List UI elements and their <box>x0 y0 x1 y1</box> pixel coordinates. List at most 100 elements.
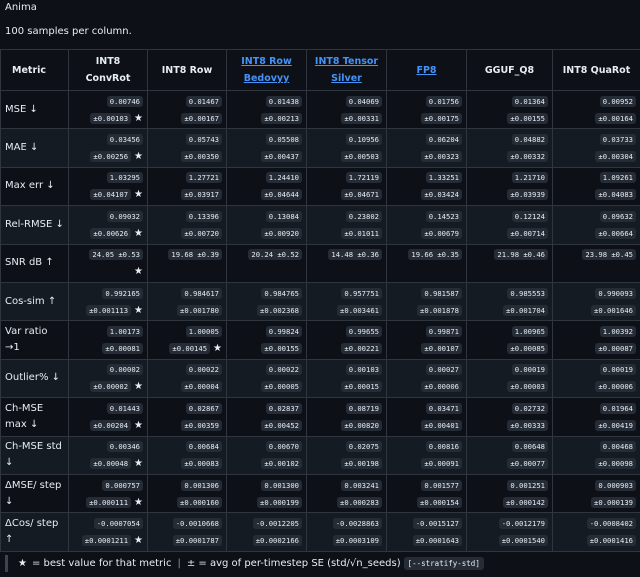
cell-value: -0.0028863 <box>332 517 382 529</box>
cell-value: 0.05743 <box>185 134 222 146</box>
table-cell: 0.00816 ±0.00091 <box>386 435 467 475</box>
column-header-link[interactable]: INT8 Row Bedovyy <box>241 56 292 84</box>
best-star-icon: ★ <box>134 189 143 201</box>
column-header[interactable]: INT8 Tensor Silver <box>306 49 387 91</box>
best-star-icon: ★ <box>134 496 143 508</box>
table-row: Ch-MSE std ↓ 0.00346 ±0.00048 ★ 0.00684 ±0.00… <box>0 435 640 475</box>
table-cell: 23.98 ±0.45 <box>552 243 640 283</box>
table-cell: 0.02837 ±0.00452 <box>226 397 307 437</box>
table-cell: 0.99824 ±0.00155 <box>226 320 307 360</box>
cell-error: ±0.00437 <box>261 151 302 163</box>
cell-value: 1.24410 <box>265 172 302 184</box>
metric-label: ΔMSE/ step ↓ <box>0 473 69 514</box>
cell-value: -0.0008402 <box>586 517 636 529</box>
cell-error: ±0.04107 <box>90 189 132 201</box>
cell-error: ±0.00107 <box>421 343 462 355</box>
cell-error: ±0.0003109 <box>332 534 382 546</box>
table-row: ΔMSE/ step ↓ 0.000757 ±0.000111 ★ 0.001306 ±0… <box>0 473 640 514</box>
best-star-icon: ★ <box>213 343 222 355</box>
cell-error: ±0.00015 <box>341 381 382 393</box>
table-cell: 0.00022 ±0.00005 <box>226 358 307 399</box>
cell-error: ±0.00452 <box>261 419 302 431</box>
cell-error: ±0.00175 <box>421 112 462 124</box>
table-cell: 0.984617 ±0.001780 <box>147 281 227 322</box>
cell-value: 0.00952 <box>599 95 636 107</box>
cell-value: 0.10956 <box>345 134 382 146</box>
table-cell: 0.981587 ±0.001878 <box>386 281 467 322</box>
column-header: INT8 Row <box>147 49 227 91</box>
table-cell: 1.33251 ±0.03424 <box>386 166 467 207</box>
table-cell: -0.0007054 ±0.0001211 ★ <box>68 512 148 552</box>
legend-separator: | <box>177 558 181 569</box>
cell-error: ±0.00256 <box>90 151 132 163</box>
cell-error: ±0.00077 <box>507 458 548 470</box>
cell-value: 0.000903 <box>595 479 636 491</box>
column-header-link[interactable]: INT8 Tensor Silver <box>315 56 378 84</box>
cell-error: ±0.000154 <box>417 496 462 508</box>
cell-error: ±0.03424 <box>421 189 462 201</box>
legend-best-text: = best value for that metric <box>31 558 172 569</box>
cell-error: ±0.00333 <box>507 419 548 431</box>
column-header[interactable]: FP8 <box>386 49 467 91</box>
table-cell: 0.985553 ±0.001704 <box>466 281 553 322</box>
cell-value: 1.00965 <box>511 326 548 338</box>
cell-error: ±0.000283 <box>337 496 382 508</box>
cell-error: ±0.00820 <box>341 419 382 431</box>
column-header-link[interactable]: FP8 <box>416 65 436 76</box>
best-star-icon: ★ <box>134 112 143 124</box>
metric-label: Ch-MSE max ↓ <box>0 397 69 437</box>
cell-value: 20.24 ±0.52 <box>248 249 302 261</box>
cell-error: ±0.0002166 <box>252 534 302 546</box>
cell-error: ±0.003461 <box>337 304 382 316</box>
column-header: INT8 ConvRot <box>68 49 148 91</box>
table-cell: 0.03733 ±0.00304 <box>552 128 640 168</box>
best-star-icon: ★ <box>134 534 143 546</box>
best-star-icon: ★ <box>134 266 143 278</box>
table-cell: 0.00670 ±0.00102 <box>226 435 307 475</box>
table-cell: 0.14523 ±0.00679 <box>386 205 467 245</box>
cell-value: 0.99824 <box>265 326 302 338</box>
cell-value: 24.05 ±0.53 <box>89 249 143 261</box>
cell-error: ±0.00920 <box>261 227 302 239</box>
table-cell: 0.08719 ±0.00820 <box>306 397 387 437</box>
table-cell: 0.01756 ±0.00175 <box>386 89 467 130</box>
table-cell: -0.0012179 ±0.0001540 <box>466 512 553 552</box>
cell-error: ±0.00006 <box>595 381 636 393</box>
cell-value: 23.98 ±0.45 <box>582 249 636 261</box>
cell-error: ±0.00503 <box>341 151 382 163</box>
table-cell: 0.01443 ±0.00204 ★ <box>68 397 148 437</box>
best-star-icon: ★ <box>134 458 143 470</box>
cell-value: 1.21710 <box>511 172 548 184</box>
cell-value: 0.00746 <box>106 95 143 107</box>
table-cell: 0.001251 ±0.000142 <box>466 473 553 514</box>
table-row: SNR dB ↑ 24.05 ±0.53 ★ 19.68 ±0.39 20.24 ±0.… <box>0 243 640 283</box>
table-cell: 1.03295 ±0.04107 ★ <box>68 166 148 207</box>
cell-value: 1.03295 <box>106 172 143 184</box>
column-header: GGUF_Q8 <box>466 49 553 91</box>
table-row: ΔCos/ step ↑ -0.0007054 ±0.0001211 ★ -0.0010… <box>0 512 640 552</box>
cell-value: 0.03456 <box>106 134 143 146</box>
table-cell: 0.00019 ±0.00006 <box>552 358 640 399</box>
table-cell: -0.0028863 ±0.0003109 <box>306 512 387 552</box>
cell-value: 1.00392 <box>599 326 636 338</box>
best-star-icon: ★ <box>134 151 143 163</box>
cell-error: ±0.0001540 <box>498 534 548 546</box>
cell-error: ±0.00087 <box>595 343 636 355</box>
table-cell: 0.00103 ±0.00015 <box>306 358 387 399</box>
table-cell: 0.99655 ±0.00221 <box>306 320 387 360</box>
best-star-icon: ★ <box>134 227 143 239</box>
cell-error: ±0.00103 <box>90 112 132 124</box>
cell-value: 0.01438 <box>265 95 302 107</box>
blockquote-bar <box>5 555 8 572</box>
column-header[interactable]: INT8 Row Bedovyy <box>226 49 307 91</box>
table-cell: 0.001577 ±0.000154 <box>386 473 467 514</box>
results-table: Metric INT8 ConvRot INT8 Row INT8 Row Bedov… <box>0 49 640 552</box>
cell-error: ±0.00083 <box>181 458 222 470</box>
table-cell: 19.68 ±0.39 <box>147 243 227 283</box>
table-row: Ch-MSE max ↓ 0.01443 ±0.00204 ★ 0.02867 ±0.00… <box>0 397 640 437</box>
table-cell: 0.09632 ±0.00664 <box>552 205 640 245</box>
cell-error: ±0.00304 <box>595 151 636 163</box>
cell-error: ±0.00003 <box>507 381 548 393</box>
cell-error: ±0.00085 <box>507 343 548 355</box>
cell-value: 0.00684 <box>185 441 222 453</box>
